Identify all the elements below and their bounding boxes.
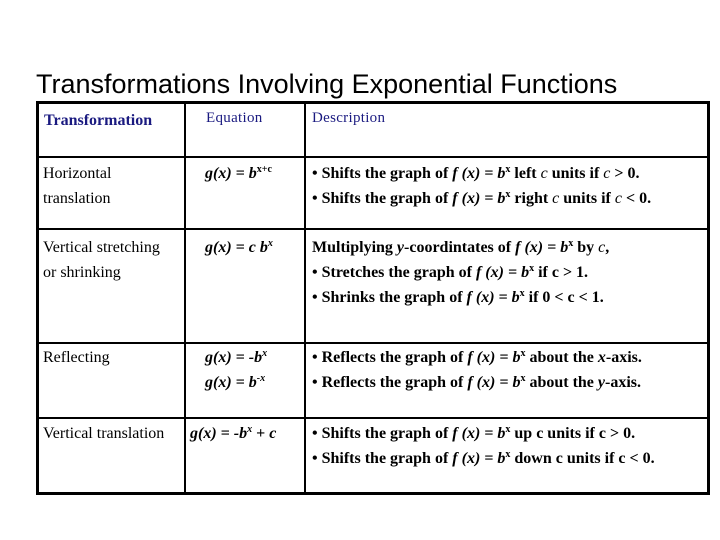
equation: g(x) = -bx + c xyxy=(190,424,277,443)
equation: g(x) = c bx xyxy=(205,238,273,257)
transformations-table: Transformation Equation Description Hori… xyxy=(36,101,710,495)
table-row-horizontal-translation: Horizontal translation g(x) = bx+c • Shi… xyxy=(36,158,710,228)
description-line: • Shifts the graph of f (x) = bx up c un… xyxy=(312,424,636,443)
table-border-bottom xyxy=(36,492,710,495)
equation: g(x) = bx+c xyxy=(205,164,272,183)
description: • Shifts the graph of f (x) = bx left c … xyxy=(312,161,651,211)
table-border-top xyxy=(36,101,710,104)
description-line: • Reflects the graph of f (x) = bx about… xyxy=(312,373,642,392)
table-row-vertical-translation: Vertical translation g(x) = -bx + c • Sh… xyxy=(36,419,710,492)
description-line: • Stretches the graph of f (x) = bx if c… xyxy=(312,263,589,282)
description: • Reflects the graph of f (x) = bx about… xyxy=(312,345,642,395)
transformation-name: Vertical translation xyxy=(43,425,165,442)
description-line: Multiplying y-coordintates of f (x) = bx… xyxy=(312,238,610,257)
transformation-name: Vertical stretching or shrinking xyxy=(43,239,160,281)
description-line: • Shrinks the graph of f (x) = bx if 0 <… xyxy=(312,288,604,307)
description: • Shifts the graph of f (x) = bx up c un… xyxy=(312,421,655,471)
description-line: • Shifts the graph of f (x) = bx left c … xyxy=(312,164,640,183)
transformation-name: Reflecting xyxy=(43,349,110,366)
description: Multiplying y-coordintates of f (x) = bx… xyxy=(312,235,609,310)
header-description: Description xyxy=(312,110,386,126)
table-row-vertical-stretching: Vertical stretching or shrinking g(x) = … xyxy=(36,230,710,342)
description-line: • Shifts the graph of f (x) = bx down c … xyxy=(312,449,655,468)
transformation-name: Horizontal translation xyxy=(43,165,112,207)
equation: g(x) = -bx g(x) = b-x xyxy=(205,348,268,392)
description-line: • Shifts the graph of f (x) = bx right c… xyxy=(312,189,652,208)
table-row-reflecting: Reflecting g(x) = -bx g(x) = b-x • Refle… xyxy=(36,344,710,417)
header-equation: Equation xyxy=(206,110,263,126)
header-transformation: Transformation xyxy=(44,112,153,129)
page-title: Transformations Involving Exponential Fu… xyxy=(36,69,618,99)
description-line: • Reflects the graph of f (x) = bx about… xyxy=(312,348,642,367)
